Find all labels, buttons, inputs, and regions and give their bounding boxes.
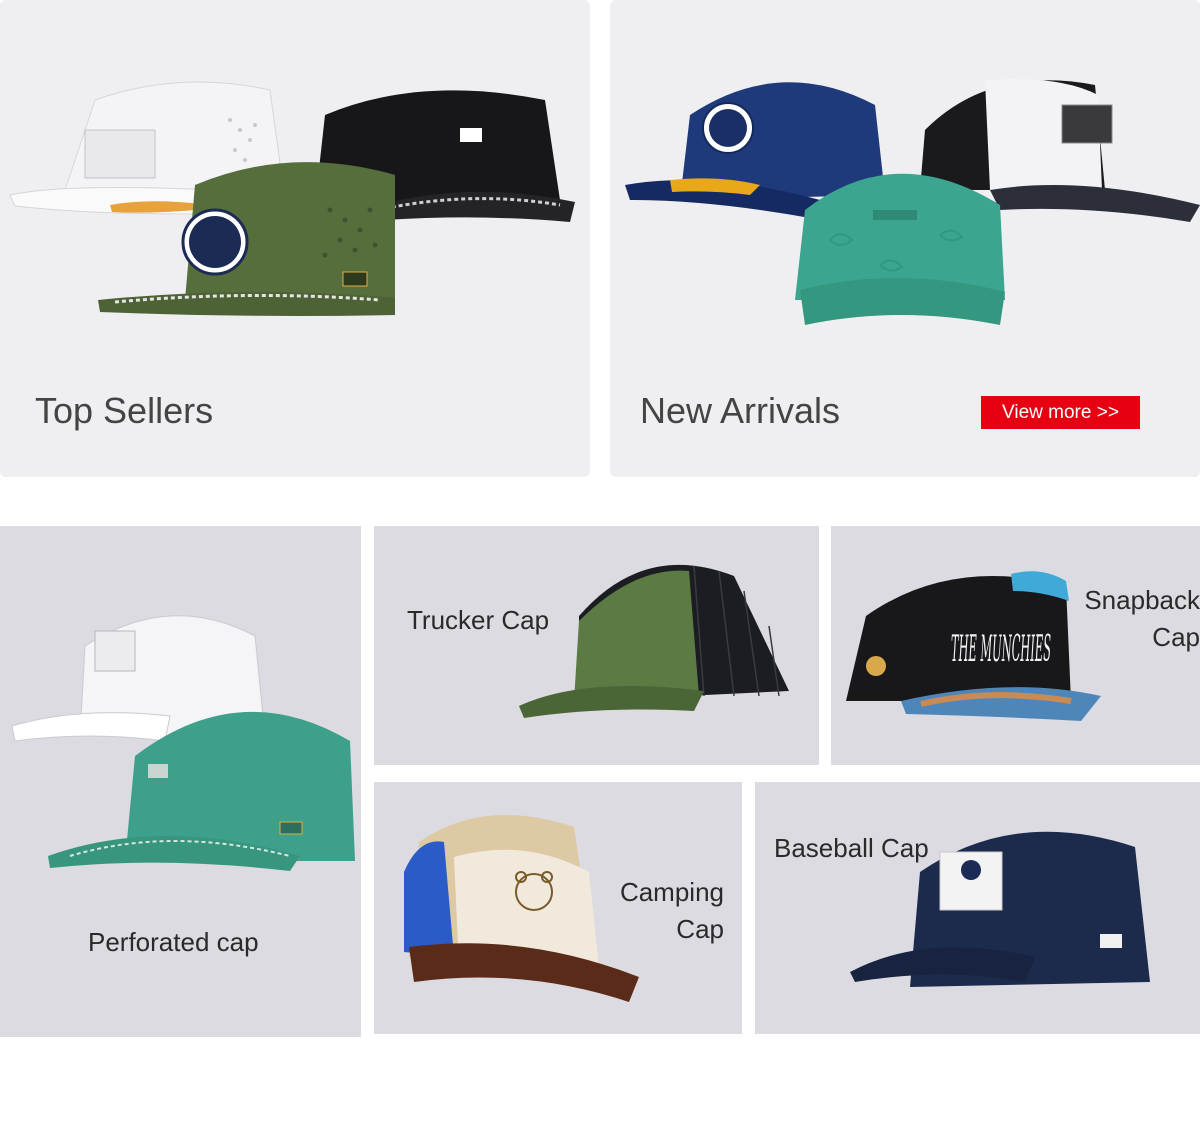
- graffiti-text: THE MUNCHIES: [951, 629, 1051, 670]
- view-more-button[interactable]: View more >>: [981, 396, 1140, 429]
- perforated-cap-label: Perforated cap: [88, 927, 259, 957]
- snapback-cap-label: Snapback Cap: [1084, 585, 1200, 652]
- baseball-cap-label: Baseball Cap: [774, 833, 929, 863]
- trucker-cap-card[interactable]: Trucker Cap: [374, 526, 819, 765]
- baseball-cap-card[interactable]: Baseball Cap: [755, 782, 1200, 1034]
- top-sellers-label: Top Sellers: [35, 390, 214, 431]
- top-sellers-card[interactable]: Top Sellers: [0, 0, 590, 477]
- perforated-cap-card[interactable]: Perforated cap: [0, 526, 361, 1037]
- trucker-cap-image: [519, 564, 789, 718]
- camping-cap-label: Camping Cap: [619, 877, 724, 944]
- new-arrivals-label: New Arrivals: [640, 390, 841, 431]
- snapback-cap-card[interactable]: THE MUNCHIES Snapback Cap: [831, 526, 1200, 765]
- new-arrivals-card[interactable]: New Arrivals View more >>: [610, 0, 1200, 477]
- trucker-cap-label: Trucker Cap: [407, 605, 550, 635]
- baseball-cap-image: [850, 831, 1150, 987]
- camping-cap-card[interactable]: Camping Cap: [374, 782, 742, 1034]
